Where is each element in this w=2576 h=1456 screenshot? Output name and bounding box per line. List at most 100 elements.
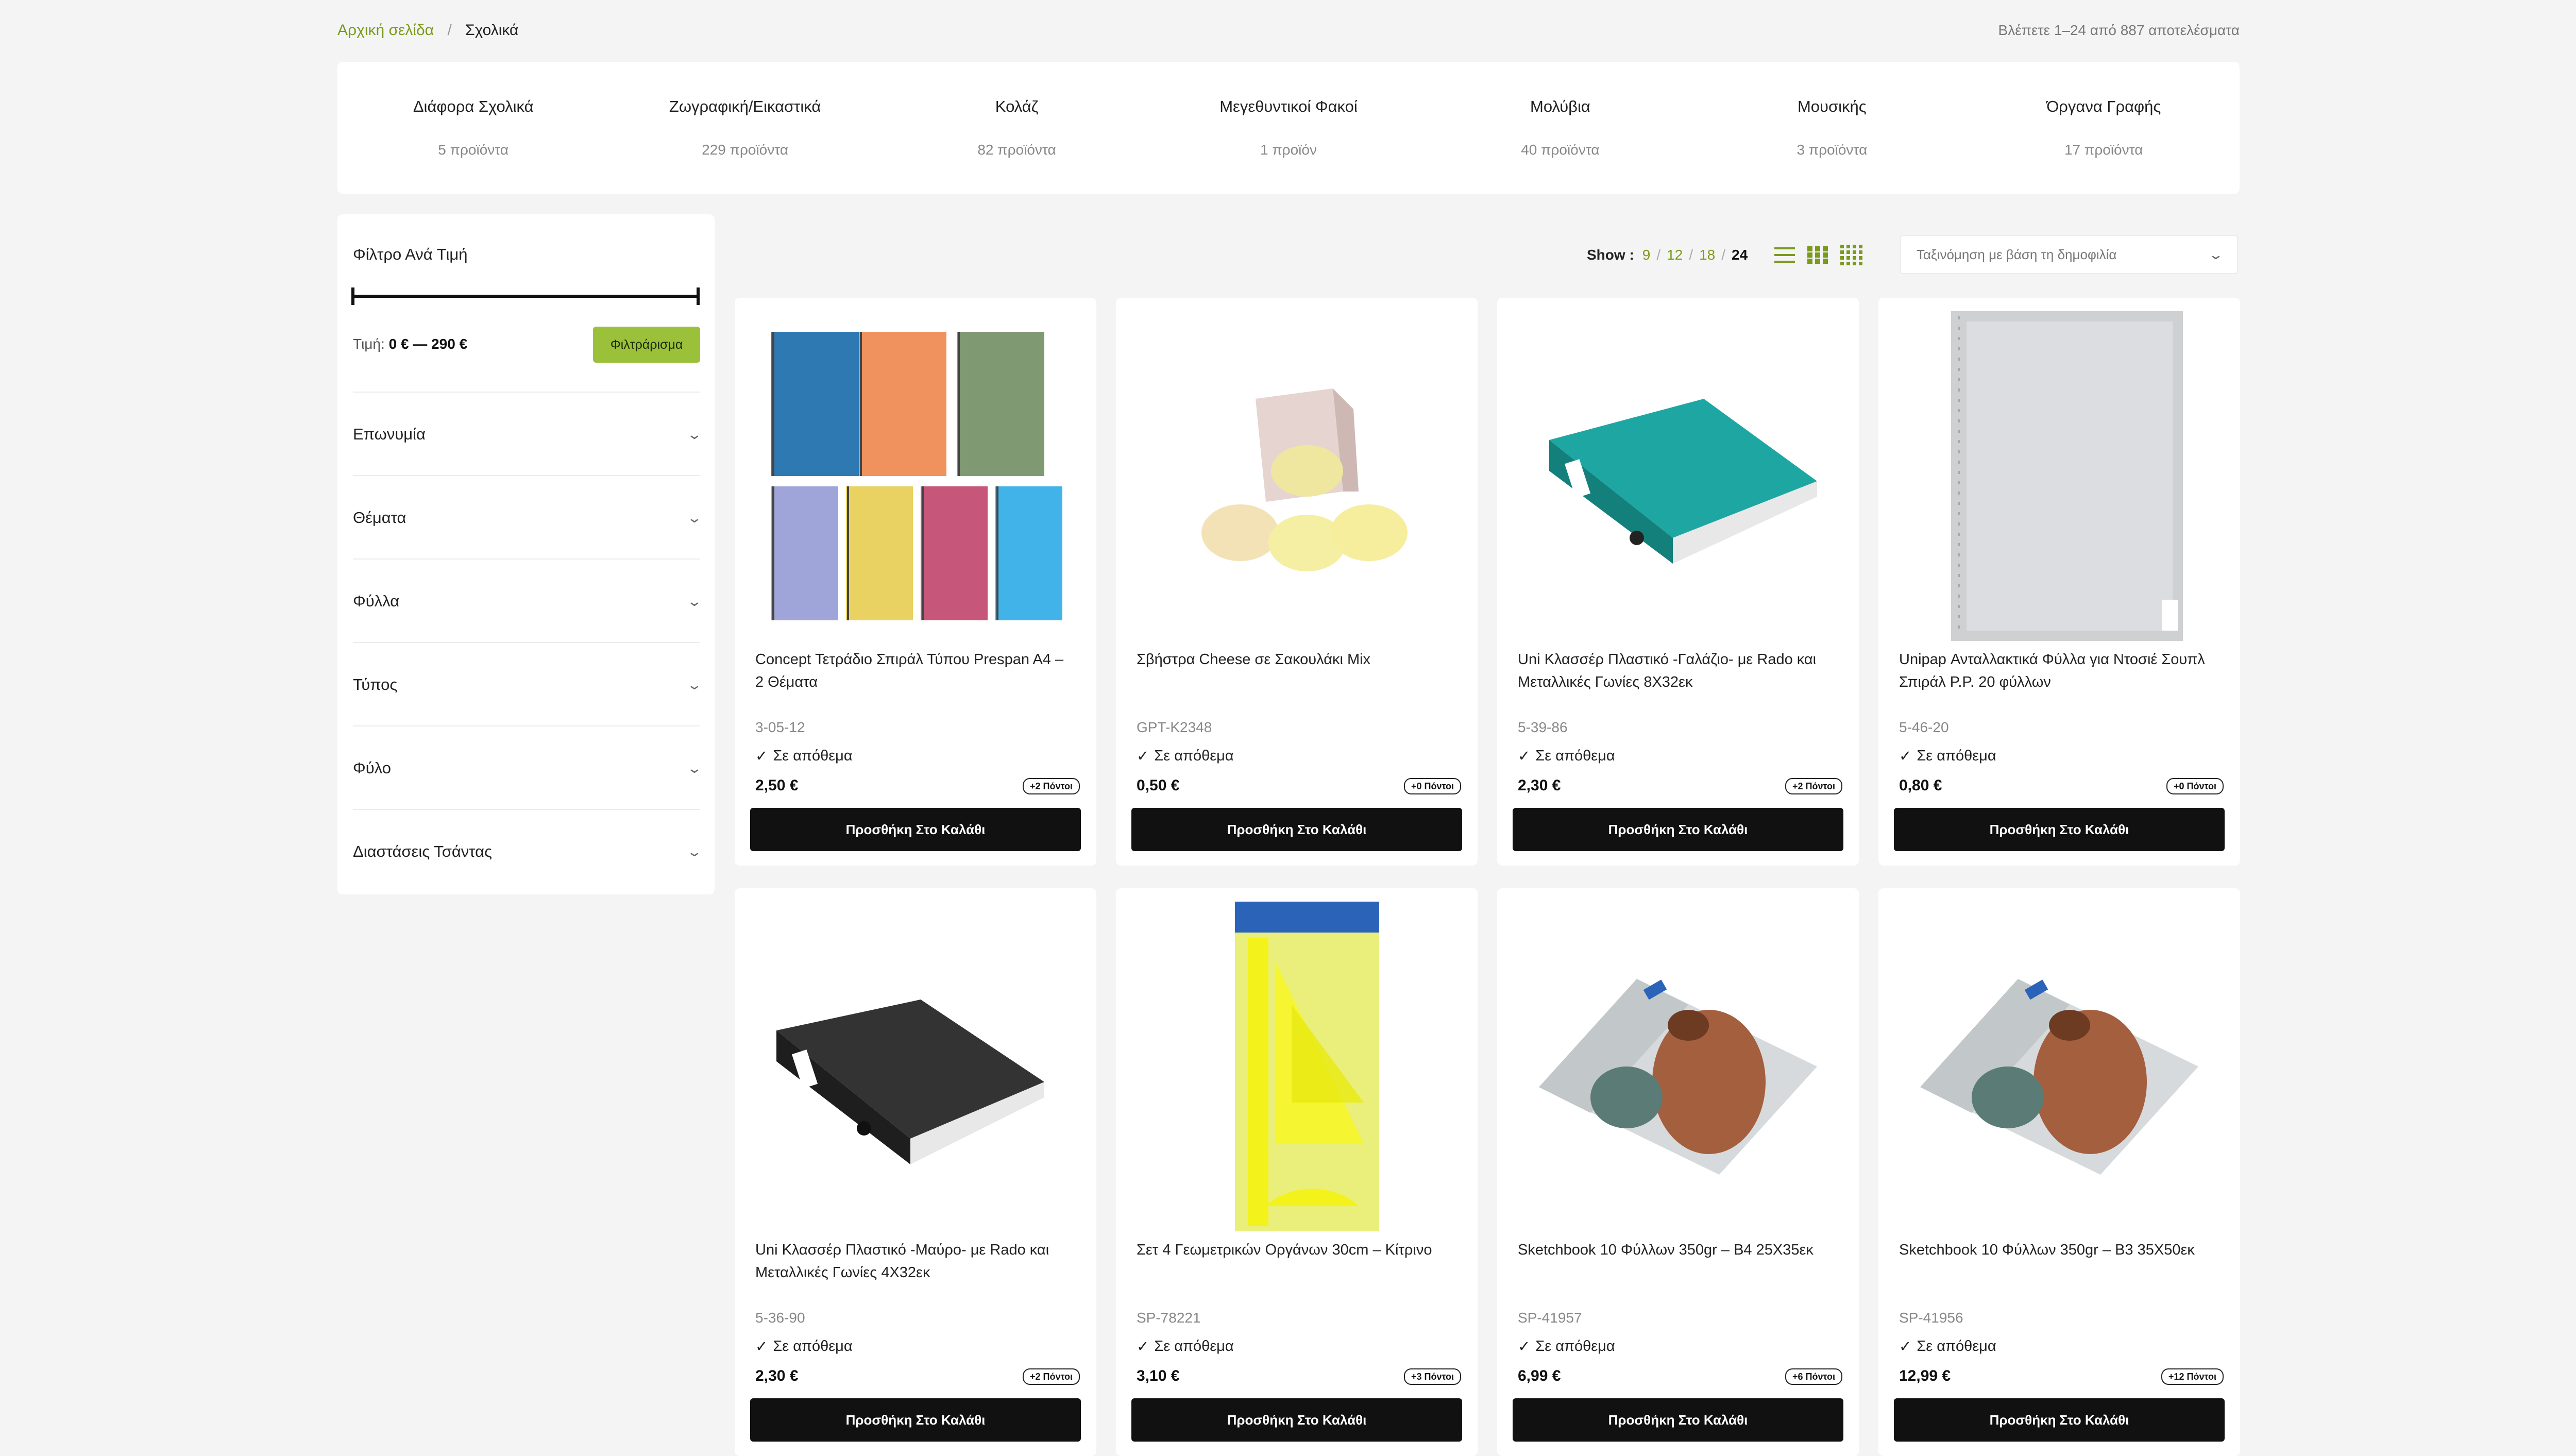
stock-status: ✓ Σε απόθεμα	[755, 747, 853, 765]
category-count: 40 προϊόντα	[1521, 142, 1600, 158]
price-filter-title: Φίλτρο Ανά Τιμή	[353, 245, 468, 263]
category-item[interactable]: Μεγεθυντικοί Φακοί 1 προϊόν	[1153, 62, 1424, 194]
add-to-cart-button[interactable]: Προσθήκη Στο Καλάθι	[1513, 1398, 1843, 1442]
add-to-cart-button[interactable]: Προσθήκη Στο Καλάθι	[750, 808, 1081, 851]
product-title[interactable]: Uni Κλασσέρ Πλαστικό -Μαύρο- με Rado και…	[755, 1239, 1075, 1284]
sort-select[interactable]: Ταξινόμηση με βάση τη δημοφιλία ⌄	[1900, 235, 2238, 274]
product-sku: 5-36-90	[755, 1310, 805, 1326]
points-badge: +3 Πόντοι	[1403, 1368, 1461, 1385]
result-count: Βλέπετε 1–24 από 887 αποτελέσματα	[1998, 22, 2240, 38]
binder-black-image	[776, 1000, 1044, 1164]
notebooks-image	[771, 332, 1062, 620]
product-card[interactable]: Concept Τετράδιο Σπιράλ Τύπου Prespan A4…	[735, 298, 1096, 866]
category-item[interactable]: Διάφορα Σχολικά 5 προϊόντα	[337, 62, 609, 194]
product-image[interactable]	[750, 311, 1081, 641]
add-to-cart-button[interactable]: Προσθήκη Στο Καλάθι	[1131, 1398, 1462, 1442]
accordion-label: Φύλλα	[353, 592, 400, 610]
product-card[interactable]: Uni Κλασσέρ Πλαστικό -Γαλάζιο- με Rado κ…	[1497, 298, 1859, 866]
stock-label: Σε απόθεμα	[1917, 1338, 1996, 1355]
category-item[interactable]: Μουσικής 3 προϊόντα	[1696, 62, 1968, 194]
product-title[interactable]: Sketchbook 10 Φύλλων 350gr – B4 25Χ35εκ	[1518, 1239, 1837, 1261]
list-view-icon[interactable]	[1774, 245, 1795, 265]
stock-label: Σε απόθεμα	[1154, 748, 1234, 764]
stock-status: ✓ Σε απόθεμα	[1518, 747, 1615, 765]
category-item[interactable]: Μολύβια 40 προϊόντα	[1425, 62, 1696, 194]
product-image[interactable]	[1131, 311, 1462, 641]
product-card[interactable]: Σετ 4 Γεωμετρικών Οργάνων 30cm – Κίτρινο…	[1116, 888, 1478, 1456]
product-card[interactable]: Sketchbook 10 Φύλλων 350gr – B3 35Χ50εκ …	[1878, 888, 2240, 1456]
accordion-brand[interactable]: Επωνυμία ⌄	[353, 392, 703, 476]
show-option-18[interactable]: 18	[1699, 247, 1715, 263]
category-count: 1 προϊόν	[1260, 142, 1317, 158]
product-title[interactable]: Σετ 4 Γεωμετρικών Οργάνων 30cm – Κίτρινο	[1137, 1239, 1456, 1261]
check-icon: ✓	[1137, 748, 1149, 765]
add-to-cart-button[interactable]: Προσθήκη Στο Καλάθι	[1894, 1398, 2225, 1442]
product-sku: 5-46-20	[1899, 719, 1949, 735]
points-badge: +0 Πόντοι	[2166, 778, 2224, 794]
product-image[interactable]	[1894, 311, 2225, 641]
add-to-cart-button[interactable]: Προσθήκη Στο Καλάθι	[1131, 808, 1462, 851]
breadcrumb-home-link[interactable]: Αρχική σελίδα	[337, 22, 434, 39]
show-label: Show :	[1587, 247, 1634, 263]
category-count: 17 προϊόντα	[2064, 142, 2143, 158]
product-grid: Concept Τετράδιο Σπιράλ Τύπου Prespan A4…	[735, 298, 2240, 1456]
grid-4-icon[interactable]	[1840, 245, 1863, 265]
product-title[interactable]: Uni Κλασσέρ Πλαστικό -Γαλάζιο- με Rado κ…	[1518, 648, 1837, 693]
sheet-protectors-image	[1951, 311, 2183, 641]
points-badge: +2 Πόντοι	[1022, 1368, 1080, 1385]
product-sku: 3-05-12	[755, 719, 805, 735]
product-sku: SP-78221	[1137, 1310, 1201, 1326]
product-card[interactable]: Uni Κλασσέρ Πλαστικό -Μαύρο- με Rado και…	[735, 888, 1096, 1456]
category-item[interactable]: Όργανα Γραφής 17 προϊόντα	[1968, 62, 2240, 194]
product-title[interactable]: Σβήστρα Cheese σε Σακουλάκι Mix	[1137, 648, 1456, 671]
check-icon: ✓	[1899, 1339, 1912, 1355]
show-option-24[interactable]: 24	[1732, 247, 1748, 263]
add-to-cart-button[interactable]: Προσθήκη Στο Καλάθι	[1513, 808, 1843, 851]
product-title[interactable]: Concept Τετράδιο Σπιράλ Τύπου Prespan A4…	[755, 648, 1075, 693]
show-option-9[interactable]: 9	[1642, 247, 1651, 263]
category-item[interactable]: Ζωγραφική/Εικαστικά 229 προϊόντα	[609, 62, 880, 194]
breadcrumb-current: Σχολικά	[465, 22, 519, 39]
accordion-gender[interactable]: Φύλο ⌄	[353, 725, 702, 810]
category-name: Μεγεθυντικοί Φακοί	[1219, 97, 1358, 115]
sketchbook-image	[1539, 979, 1817, 1175]
product-image[interactable]	[1513, 902, 1843, 1231]
accordion-sheets[interactable]: Φύλλα ⌄	[353, 558, 702, 643]
add-to-cart-button[interactable]: Προσθήκη Στο Καλάθι	[1894, 808, 2225, 851]
product-image[interactable]	[1513, 311, 1843, 641]
show-separator: /	[1689, 247, 1693, 263]
chevron-down-icon: ⌄	[686, 426, 703, 442]
accordion-themes[interactable]: Θέματα ⌄	[353, 475, 703, 560]
product-price: 6,99 €	[1518, 1367, 1561, 1384]
product-card[interactable]: Unipap Ανταλλακτικά Φύλλα για Ντοσιέ Σου…	[1878, 298, 2240, 866]
check-icon: ✓	[755, 748, 768, 765]
accordion-label: Θέματα	[353, 509, 406, 527]
category-count: 229 προϊόντα	[702, 142, 789, 158]
category-strip: Διάφορα Σχολικά 5 προϊόντα Ζωγραφική/Εικα…	[337, 62, 2240, 194]
grid-3-icon[interactable]	[1807, 245, 1828, 265]
stock-label: Σε απόθεμα	[1154, 1338, 1234, 1355]
show-option-12[interactable]: 12	[1667, 247, 1683, 263]
product-price: 3,10 €	[1137, 1367, 1180, 1384]
category-item[interactable]: Κολάζ 82 προϊόντα	[881, 62, 1153, 194]
category-count: 82 προϊόντα	[977, 142, 1056, 158]
product-image[interactable]	[1894, 902, 2225, 1231]
add-to-cart-button[interactable]: Προσθήκη Στο Καλάθι	[750, 1398, 1081, 1442]
product-card[interactable]: Sketchbook 10 Φύλλων 350gr – B4 25Χ35εκ …	[1497, 888, 1859, 1456]
product-title[interactable]: Sketchbook 10 Φύλλων 350gr – B3 35Χ50εκ	[1899, 1239, 2218, 1261]
price-slider-track[interactable]	[351, 295, 700, 298]
stock-label: Σε απόθεμα	[773, 1338, 853, 1355]
product-image[interactable]	[750, 902, 1081, 1231]
price-slider-max-handle[interactable]	[697, 287, 700, 305]
category-name: Διάφορα Σχολικά	[413, 97, 534, 115]
product-title[interactable]: Unipap Ανταλλακτικά Φύλλα για Ντοσιέ Σου…	[1899, 648, 2218, 693]
product-card[interactable]: Σβήστρα Cheese σε Σακουλάκι Mix GPT-K234…	[1116, 298, 1478, 866]
accordion-type[interactable]: Τύπος ⌄	[353, 642, 702, 726]
product-image[interactable]	[1131, 902, 1462, 1231]
points-badge: +2 Πόντοι	[1785, 778, 1842, 794]
accordion-bag-dimensions[interactable]: Διαστάσεις Τσάντας ⌄	[353, 809, 702, 893]
filter-button[interactable]: Φιλτράρισμα	[593, 327, 700, 363]
stock-status: ✓ Σε απόθεμα	[1137, 1338, 1234, 1356]
price-slider-min-handle[interactable]	[351, 287, 354, 305]
chevron-down-icon: ⌄	[686, 510, 703, 526]
